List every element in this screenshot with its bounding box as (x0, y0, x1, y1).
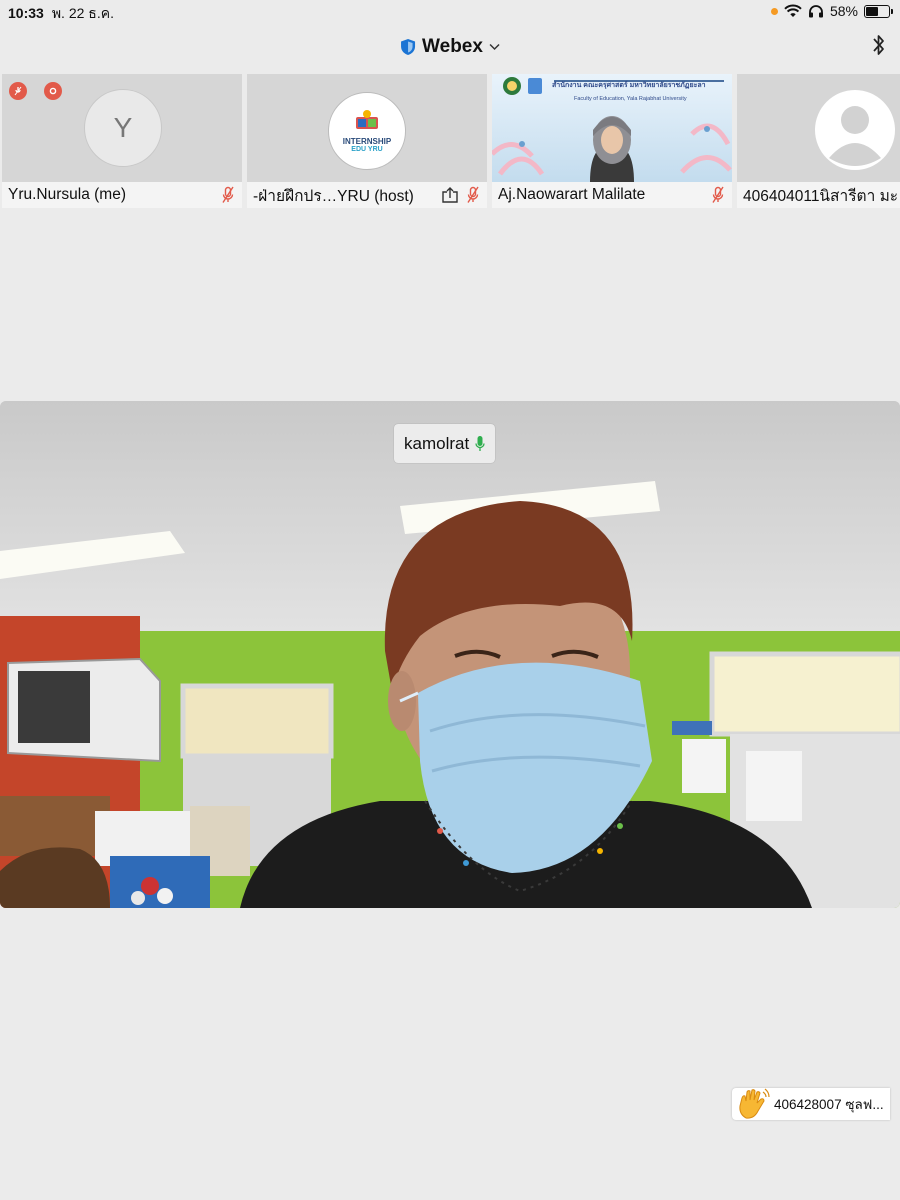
headphones-icon (808, 5, 823, 18)
status-dot-icon (44, 82, 62, 100)
mic-active-icon (475, 435, 485, 451)
title-bar: Webex (0, 28, 900, 68)
active-speaker-video[interactable] (0, 401, 900, 908)
participant-video: Y (2, 74, 242, 182)
meeting-title-button[interactable]: Webex (400, 36, 500, 58)
school-logo-icon (356, 110, 378, 129)
raised-hand-icon (739, 1088, 770, 1119)
participant-video: สำนักงาน คณะครุศาสตร์ มหาวิทยาลัยราชภัฏย… (492, 74, 732, 182)
share-screen-icon (442, 186, 458, 203)
participant-video: INTERNSHIP EDU YRU (247, 74, 487, 182)
battery-percent: 58% (829, 3, 858, 19)
default-avatar-icon (815, 90, 895, 170)
wifi-icon (784, 4, 802, 17)
recording-icon (9, 82, 27, 100)
logo-text-edu: EDU YRU (351, 146, 383, 153)
internship-logo: INTERNSHIP EDU YRU (328, 92, 406, 170)
status-bar: 10:33 พ. 22 ธ.ค. 58% (0, 0, 900, 24)
participant-tile[interactable]: Y Yru.Nursula (me) (2, 74, 242, 208)
participant-tile[interactable]: INTERNSHIP EDU YRU -ฝ่ายฝึกปร…YRU (host) (247, 74, 487, 208)
mic-in-use-indicator-icon (770, 7, 778, 15)
participant-name: Aj.Naowarart Malilate (498, 186, 646, 203)
participant-name: Yru.Nursula (me) (8, 186, 126, 203)
battery-icon (864, 4, 893, 18)
active-speaker-name: kamolrat (404, 433, 470, 453)
participant-name: 406404011นิสารีตา มะ (743, 187, 899, 205)
app-title: Webex (422, 36, 483, 57)
speaker-video-frame (0, 401, 900, 908)
status-date: พ. 22 ธ.ค. (51, 5, 114, 21)
participant-tile[interactable]: สำนักงาน คณะครุศาสตร์ มหาวิทยาลัยราชภัฏย… (492, 74, 732, 208)
shield-icon (401, 39, 416, 55)
participant-name: -ฝ่ายฝึกปร…YRU (host) (253, 187, 414, 205)
active-speaker-label: kamolrat (394, 424, 496, 463)
status-time: 10:33 (8, 5, 44, 21)
raised-hand-notification[interactable]: 406428007 ซุลฟ... (732, 1088, 890, 1120)
muted-mic-icon (712, 186, 724, 203)
banner-text-english: Faculty of Education, Yala Rajabhat Univ… (574, 96, 687, 102)
raised-hand-name: 406428007 ซุลฟ... (774, 1097, 884, 1112)
bluetooth-icon[interactable] (872, 32, 886, 58)
muted-mic-icon (467, 186, 479, 203)
participant-tile[interactable]: 406404011นิสารีตา มะ (737, 74, 900, 208)
chevron-down-icon (489, 43, 500, 51)
avatar: Y (84, 89, 162, 167)
muted-mic-icon (222, 186, 234, 203)
participant-video (737, 74, 900, 182)
banner-text-thai: สำนักงาน คณะครุศาสตร์ มหาวิทยาลัยราชภัฏย… (552, 82, 706, 89)
logo-text-internship: INTERNSHIP (342, 137, 392, 146)
